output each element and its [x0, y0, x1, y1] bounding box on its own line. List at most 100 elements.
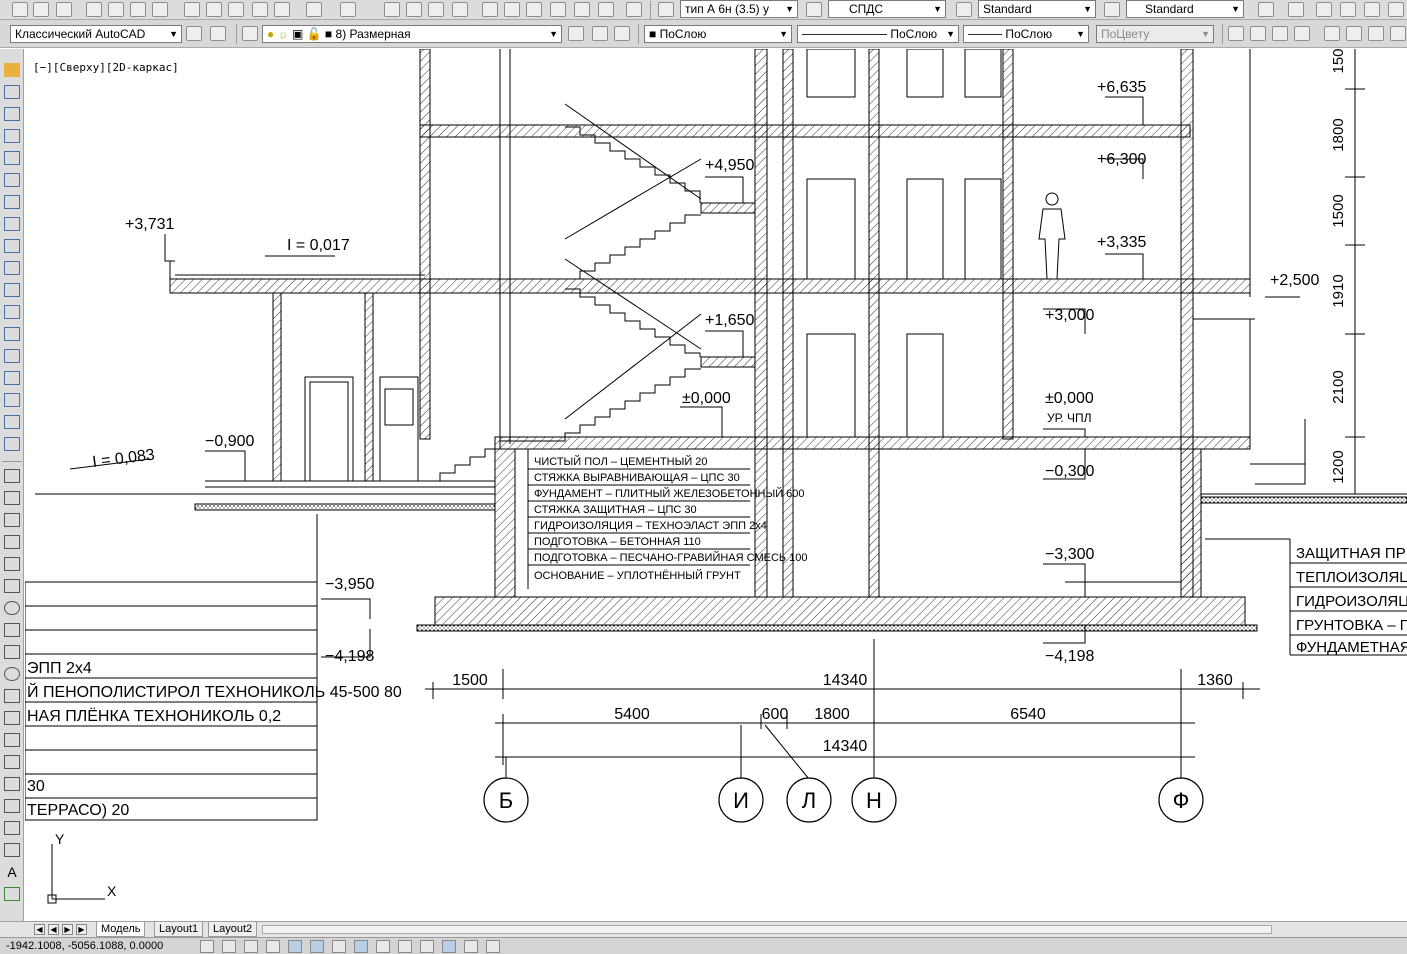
polyline-icon[interactable]	[4, 513, 20, 527]
open-file-icon[interactable]	[33, 2, 49, 17]
rotate-icon[interactable]	[4, 195, 20, 209]
move-icon[interactable]	[4, 173, 20, 187]
publish-icon[interactable]	[130, 2, 146, 17]
block-editor-icon[interactable]	[274, 2, 290, 17]
layer-dropdown[interactable]: ● ☼ ▣ 🔓 ■ 8) Размерная ▼	[262, 25, 562, 43]
visual-style-icon[interactable]	[1258, 2, 1274, 17]
tab-layout1[interactable]: Layout1	[154, 922, 204, 937]
polygon-icon[interactable]	[4, 535, 20, 549]
infer-constraints-icon[interactable]	[200, 940, 214, 953]
zoom-previous-icon[interactable]	[452, 2, 468, 17]
multiline-text-icon[interactable]: A	[4, 865, 20, 879]
trim-icon[interactable]	[4, 261, 20, 275]
object-snap-icon[interactable]	[310, 940, 324, 953]
transparency-icon[interactable]	[442, 940, 456, 953]
lights-icon[interactable]	[1340, 2, 1356, 17]
table-style-icon[interactable]	[956, 2, 972, 17]
spline-icon[interactable]	[4, 645, 20, 659]
match-properties-icon[interactable]	[252, 2, 268, 17]
blend-curves-icon[interactable]	[4, 415, 20, 429]
mirror-icon[interactable]	[4, 107, 20, 121]
linear-dimension-icon[interactable]	[1228, 26, 1244, 41]
customize-icon[interactable]	[210, 26, 226, 41]
sheet-set-icon[interactable]	[550, 2, 566, 17]
point-icon[interactable]	[4, 755, 20, 769]
properties-icon[interactable]	[482, 2, 498, 17]
make-current-icon[interactable]	[568, 26, 584, 41]
ordinate-dimension-icon[interactable]	[1294, 26, 1310, 41]
text-style-dropdown[interactable]: тип А 6н (3.5) у ▼	[680, 0, 798, 18]
cut-icon[interactable]	[184, 2, 200, 17]
gradient-icon[interactable]	[4, 799, 20, 813]
dim-style-dropdown[interactable]: СПДС ▼	[828, 0, 946, 18]
design-center-icon[interactable]	[504, 2, 520, 17]
zoom-window-icon[interactable]	[428, 2, 444, 17]
arc-icon[interactable]	[4, 579, 20, 593]
multileader-style-icon[interactable]	[1104, 2, 1120, 17]
table-icon[interactable]	[4, 843, 20, 857]
region-icon[interactable]	[4, 821, 20, 835]
scale-icon[interactable]	[4, 217, 20, 231]
table-style-dropdown[interactable]: Standard ▼	[978, 0, 1096, 18]
construction-line-icon[interactable]	[4, 491, 20, 505]
preview-icon[interactable]	[108, 2, 124, 17]
jogged-dimension-icon[interactable]	[1346, 26, 1362, 41]
aligned-dimension-icon[interactable]	[1250, 26, 1266, 41]
3d-publish-icon[interactable]	[152, 2, 168, 17]
last-tab-icon[interactable]: ▶	[76, 924, 87, 935]
extend-icon[interactable]	[4, 283, 20, 297]
ellipse-icon[interactable]	[4, 667, 20, 681]
object-snap-tracking-icon[interactable]	[354, 940, 368, 953]
first-tab-icon[interactable]: ◀	[34, 924, 45, 935]
color-dropdown[interactable]: ■ ПоСлою ▼	[644, 25, 792, 43]
horizontal-scrollbar[interactable]	[262, 925, 1272, 934]
tool-palettes-icon[interactable]	[526, 2, 542, 17]
lineweight-icon[interactable]	[420, 940, 434, 953]
save-icon[interactable]	[56, 2, 72, 17]
pan-icon[interactable]	[384, 2, 400, 17]
copy-object-icon[interactable]	[4, 85, 20, 99]
prev-tab-icon[interactable]: ◀	[48, 924, 59, 935]
radius-dimension-icon[interactable]	[1324, 26, 1340, 41]
redo-icon[interactable]	[340, 2, 356, 17]
rectangle-icon[interactable]	[4, 557, 20, 571]
workspace-dropdown[interactable]: Классический AutoCAD ▼	[10, 25, 182, 43]
drawing-canvas[interactable]: [−][Сверху][2D-каркас] +6,635 +6,300 +4,…	[25, 49, 1407, 921]
circle-icon[interactable]	[4, 601, 20, 615]
print-icon[interactable]	[86, 2, 102, 17]
ortho-mode-icon[interactable]	[266, 940, 280, 953]
dim-style-icon[interactable]	[806, 2, 822, 17]
layer-states-icon[interactable]	[614, 26, 630, 41]
workspace-settings-icon[interactable]	[186, 26, 202, 41]
snap-mode-icon[interactable]	[222, 940, 236, 953]
explode-icon[interactable]	[4, 437, 20, 451]
grid-display-icon[interactable]	[244, 940, 258, 953]
lineweight-dropdown[interactable]: ──── ПоСлою ▼	[963, 25, 1089, 43]
zoom-realtime-icon[interactable]	[406, 2, 422, 17]
revision-cloud-icon[interactable]	[4, 623, 20, 637]
quick-properties-icon[interactable]	[464, 940, 478, 953]
dynamic-input-icon[interactable]	[398, 940, 412, 953]
materials-icon[interactable]	[1364, 2, 1380, 17]
help-icon[interactable]	[626, 2, 642, 17]
multileader-style-dropdown[interactable]: Standard ▼	[1126, 0, 1244, 18]
undo-icon[interactable]	[306, 2, 322, 17]
polar-tracking-icon[interactable]	[288, 940, 302, 953]
arc-length-icon[interactable]	[1272, 26, 1288, 41]
chamfer-icon[interactable]	[4, 371, 20, 385]
paste-icon[interactable]	[228, 2, 244, 17]
next-tab-icon[interactable]: ▶	[62, 924, 73, 935]
calculator-icon[interactable]	[598, 2, 614, 17]
insert-block-icon[interactable]	[4, 711, 20, 725]
tab-layout2[interactable]: Layout2	[208, 922, 258, 937]
layer-properties-icon[interactable]	[242, 26, 258, 41]
break-at-point-icon[interactable]	[4, 305, 20, 319]
stretch-icon[interactable]	[4, 239, 20, 253]
selection-cycling-icon[interactable]	[486, 940, 500, 953]
ellipse-arc-icon[interactable]	[4, 689, 20, 703]
layer-previous-icon[interactable]	[592, 26, 608, 41]
make-block-icon[interactable]	[4, 733, 20, 747]
linetype-dropdown[interactable]: ────────── ПоСлою ▼	[797, 25, 959, 43]
camera-icon[interactable]	[1388, 2, 1404, 17]
break-icon[interactable]	[4, 327, 20, 341]
